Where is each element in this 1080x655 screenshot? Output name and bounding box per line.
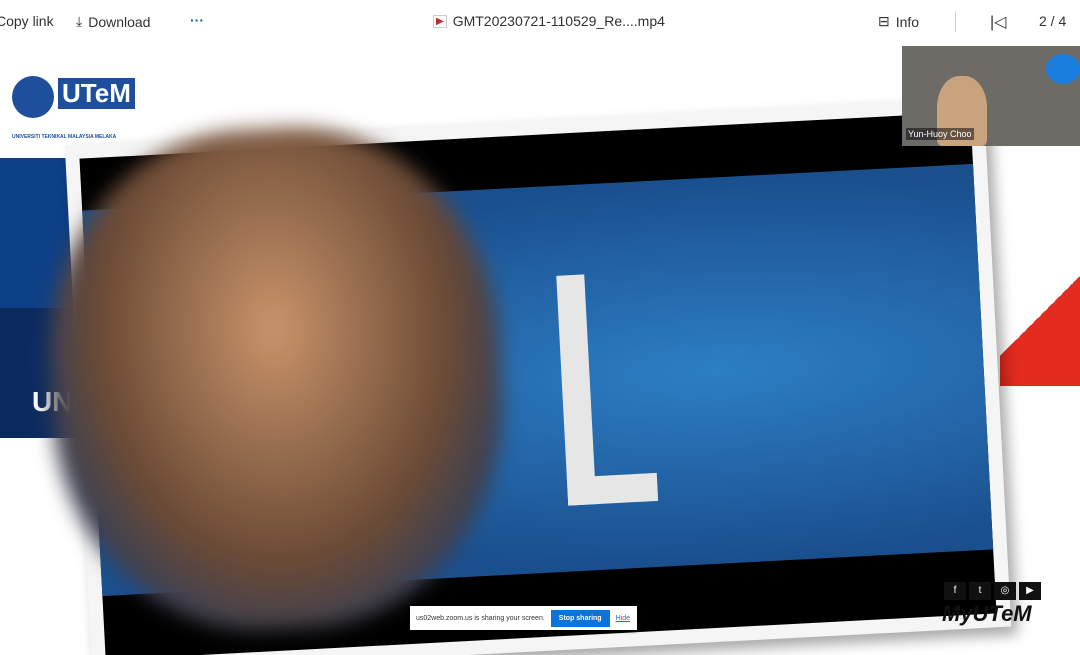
video-player[interactable]: UTeM UNIVERSITI TEKNIKAL MALAYSIA MELAKA…	[0, 46, 1080, 655]
download-label: Download	[88, 13, 151, 30]
file-name: GMT20230721-110529_Re....mp4	[452, 13, 665, 29]
video-file-icon: ▶	[433, 14, 447, 28]
info-label: Info	[895, 13, 920, 30]
previous-icon: |◁	[990, 14, 1007, 31]
info-button[interactable]: ⊟ Info	[878, 13, 919, 30]
stop-sharing-button[interactable]: Stop sharing	[550, 609, 610, 627]
previous-button[interactable]: |◁	[990, 12, 1006, 32]
more-button[interactable]: ···	[190, 12, 204, 28]
copy-link-label: Copy link	[0, 13, 54, 29]
file-title: ▶ GMT20230721-110529_Re....mp4	[433, 13, 665, 29]
embedded-video	[38, 112, 997, 655]
slide-red-shape	[1000, 246, 1080, 386]
zoom-indicator	[1046, 54, 1080, 84]
more-icon: ···	[190, 12, 204, 28]
page-label: 2 / 4	[1039, 13, 1067, 29]
download-button[interactable]: ⤓ Download	[76, 13, 150, 30]
viewer-toolbar: Copy link ⤓ Download ··· ▶ GMT20230721-110…	[0, 0, 1080, 45]
info-icon: ⊟	[878, 13, 890, 29]
share-message: us02web.zoom.us is sharing your screen.	[416, 614, 545, 622]
hide-link[interactable]: Hide	[616, 615, 630, 622]
download-icon: ⤓	[76, 13, 83, 29]
screen-share-bar: us02web.zoom.us is sharing your screen. …	[410, 606, 637, 630]
divider	[955, 12, 956, 32]
cad-model	[556, 271, 659, 506]
utem-logo: UTeM UNIVERSITI TEKNIKAL MALAYSIA MELAKA	[12, 74, 135, 144]
logo-text: UTeM	[58, 78, 135, 109]
page-counter: 2 / 4	[1039, 13, 1066, 29]
logo-subtitle: UNIVERSITI TEKNIKAL MALAYSIA MELAKA	[12, 134, 117, 140]
social-icons: f t ◎ ▶	[944, 582, 1041, 600]
participant-name: Yun-Huoy Choo	[906, 128, 974, 140]
video-frame	[38, 97, 1012, 655]
myutem-brand: MyUTeM	[942, 601, 1032, 626]
copy-link-button[interactable]: Copy link	[0, 13, 54, 29]
